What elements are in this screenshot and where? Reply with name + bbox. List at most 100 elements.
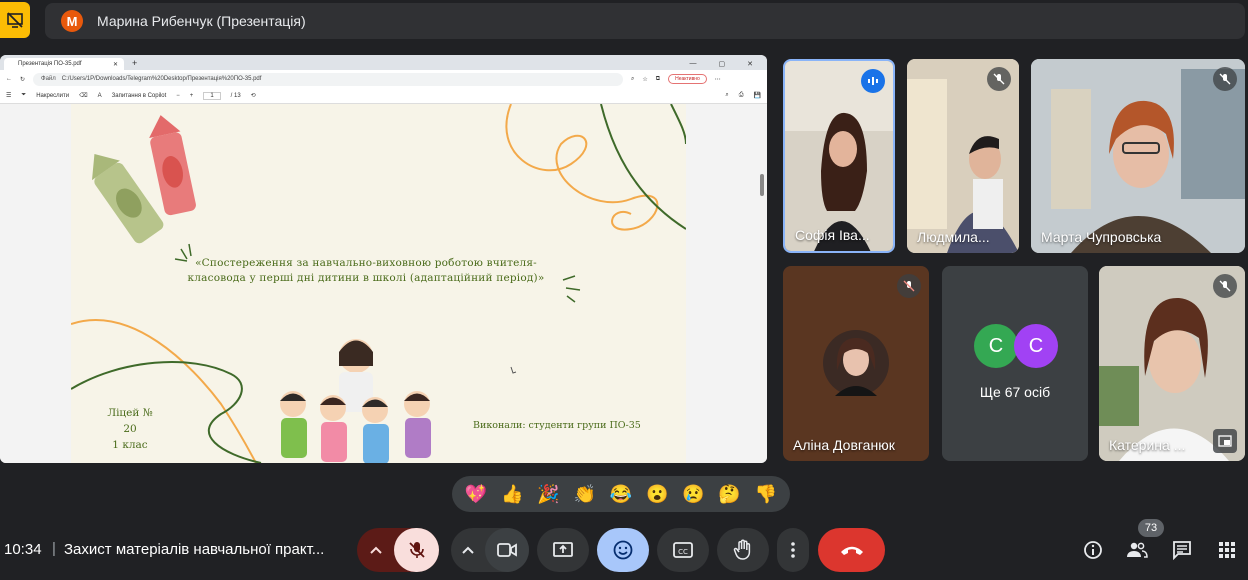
reaction-laugh[interactable]: 😂 [606, 484, 636, 505]
more-vert-icon [791, 542, 795, 558]
participant-tile-alina[interactable]: Аліна Довганюк [783, 266, 929, 461]
reactions-button[interactable] [597, 528, 649, 572]
pdf-viewport[interactable]: «Спостереження за навчально-виховною роб… [0, 104, 767, 463]
hand-icon [733, 539, 751, 560]
back-icon[interactable]: ← [6, 76, 12, 82]
reaction-heart[interactable]: 💖 [461, 484, 491, 505]
people-icon [1127, 542, 1148, 558]
participant-name: Катерина ... [1109, 437, 1186, 453]
new-tab-icon[interactable]: + [132, 58, 137, 68]
reaction-surprised[interactable]: 😮 [642, 484, 672, 505]
hang-up-icon [840, 546, 863, 555]
more-avatar-1: С [974, 324, 1018, 368]
more-avatar-2: С [1014, 324, 1058, 368]
more-options-button[interactable] [777, 528, 809, 572]
filter-icon[interactable]: ⏷ [21, 92, 26, 99]
participant-avatar [823, 330, 889, 396]
svg-text:CC: CC [678, 548, 688, 556]
pip-icon[interactable] [1213, 429, 1237, 453]
people-button[interactable] [1125, 538, 1149, 562]
pdf-scrollbar[interactable] [760, 174, 764, 196]
camera-options-button[interactable] [451, 528, 485, 572]
meeting-title: Захист матеріалів навчальної практ... [64, 541, 325, 558]
present-screen-icon [553, 542, 573, 557]
url-field[interactable]: Файл C:/Users/1P/Downloads/Telegram%20De… [33, 72, 624, 86]
contents-icon[interactable]: ☰ [6, 92, 11, 99]
presenting-icon[interactable] [0, 2, 30, 38]
pdf-search-icon[interactable]: ⌕ [725, 92, 728, 99]
slide-school: Ліцей № 20 1 клас [99, 405, 161, 453]
chevron-up-icon [462, 546, 474, 554]
rotate-icon[interactable]: ⟲ [251, 92, 256, 99]
present-button[interactable] [537, 528, 589, 572]
reaction-thumbs-down[interactable]: 👎 [751, 484, 781, 505]
copilot-button[interactable]: Запитання в Copilot [112, 93, 167, 99]
mic-toggle-button[interactable] [394, 528, 439, 572]
collections-icon[interactable]: ⧉ [656, 76, 660, 83]
url-chip: Файл [41, 76, 56, 82]
clock: 10:34 [4, 541, 42, 558]
reaction-clap[interactable]: 👏 [570, 484, 600, 505]
print-icon[interactable]: ⎙ [739, 92, 744, 99]
page-number-input[interactable]: 1 [203, 91, 221, 100]
reaction-thinking[interactable]: 🤔 [715, 484, 745, 505]
text-icon[interactable]: A [98, 93, 102, 99]
presentation-slide: «Спостереження за навчально-виховною роб… [71, 104, 686, 463]
activities-button[interactable] [1215, 538, 1239, 562]
browser-tabbar: Презентація ПО-35.pdf ✕ + — ▢ ✕ [0, 55, 767, 70]
speaking-indicator-icon [861, 69, 885, 93]
more-participants-tile[interactable]: С С Ще 67 осіб [942, 266, 1088, 461]
slide-authors: Виконали: студенти групи ПО-35 [473, 420, 641, 431]
favorite-icon[interactable]: ☆ [642, 76, 647, 83]
maximize-icon[interactable]: ▢ [719, 60, 726, 68]
participant-tile-marta[interactable]: Марта Чупровська [1031, 59, 1245, 253]
captions-icon: CC [673, 542, 693, 558]
separator: | [52, 540, 56, 557]
mic-off-icon [987, 67, 1011, 91]
camera-toggle-button[interactable] [485, 528, 529, 572]
save-icon[interactable]: 💾 [754, 92, 761, 99]
camera-icon [497, 543, 517, 557]
mic-options-button[interactable] [357, 528, 395, 572]
zoom-in-icon[interactable]: + [190, 93, 194, 99]
url-text: C:/Users/1P/Downloads/Telegram%20Desktop… [61, 76, 262, 82]
page-total: / 13 [230, 92, 241, 99]
address-bar: ← ↻ Файл C:/Users/1P/Downloads/Telegram%… [0, 70, 767, 88]
emoji-icon [613, 540, 633, 560]
raise-hand-button[interactable] [717, 528, 769, 572]
chat-icon [1173, 541, 1191, 560]
zoom-icon[interactable]: ⌕ [631, 76, 634, 83]
chat-button[interactable] [1170, 538, 1194, 562]
meeting-info-button[interactable] [1081, 538, 1105, 562]
participant-name: Людмила... [917, 229, 990, 245]
minimize-icon[interactable]: — [690, 60, 697, 68]
erase-icon[interactable]: ⌫ [79, 92, 87, 99]
presenter-title: Марина Рибенчук (Презентація) [97, 13, 306, 29]
reaction-party[interactable]: 🎉 [534, 484, 564, 505]
participant-name: Софія Іва... [795, 227, 870, 243]
participant-tile-kateryna[interactable]: Катерина ... [1099, 266, 1245, 461]
captions-button[interactable]: CC [657, 528, 709, 572]
participant-tile-ludmila[interactable]: Людмила... [907, 59, 1019, 253]
presenter-avatar: М [61, 10, 83, 32]
participant-tile-sofia[interactable]: Софія Іва... [783, 59, 895, 253]
apps-grid-icon [1219, 542, 1235, 558]
window-controls: — ▢ ✕ [690, 60, 768, 68]
browser-tab[interactable]: Презентація ПО-35.pdf ✕ [4, 58, 124, 70]
mic-off-icon [408, 542, 425, 558]
window-close-icon[interactable]: ✕ [747, 60, 753, 68]
reactions-bar: 💖 👍 🎉 👏 😂 😮 😢 🤔 👎 [452, 476, 790, 512]
browser-tab-title: Презентація ПО-35.pdf [18, 61, 82, 67]
more-icon[interactable]: ⋯ [715, 76, 721, 83]
kids-illustration [280, 339, 431, 463]
leave-call-button[interactable] [818, 528, 885, 572]
reaction-sad[interactable]: 😢 [678, 484, 708, 505]
reload-icon[interactable]: ↻ [20, 76, 25, 83]
reaction-thumbs-up[interactable]: 👍 [497, 484, 527, 505]
draw-button[interactable]: Накреслити [36, 93, 69, 99]
people-count-badge: 73 [1138, 519, 1164, 537]
tab-close-icon[interactable]: ✕ [113, 61, 118, 68]
profile-button[interactable]: Неактивно [668, 74, 707, 84]
zoom-out-icon[interactable]: − [176, 93, 180, 99]
school-class: 1 клас [112, 439, 148, 451]
